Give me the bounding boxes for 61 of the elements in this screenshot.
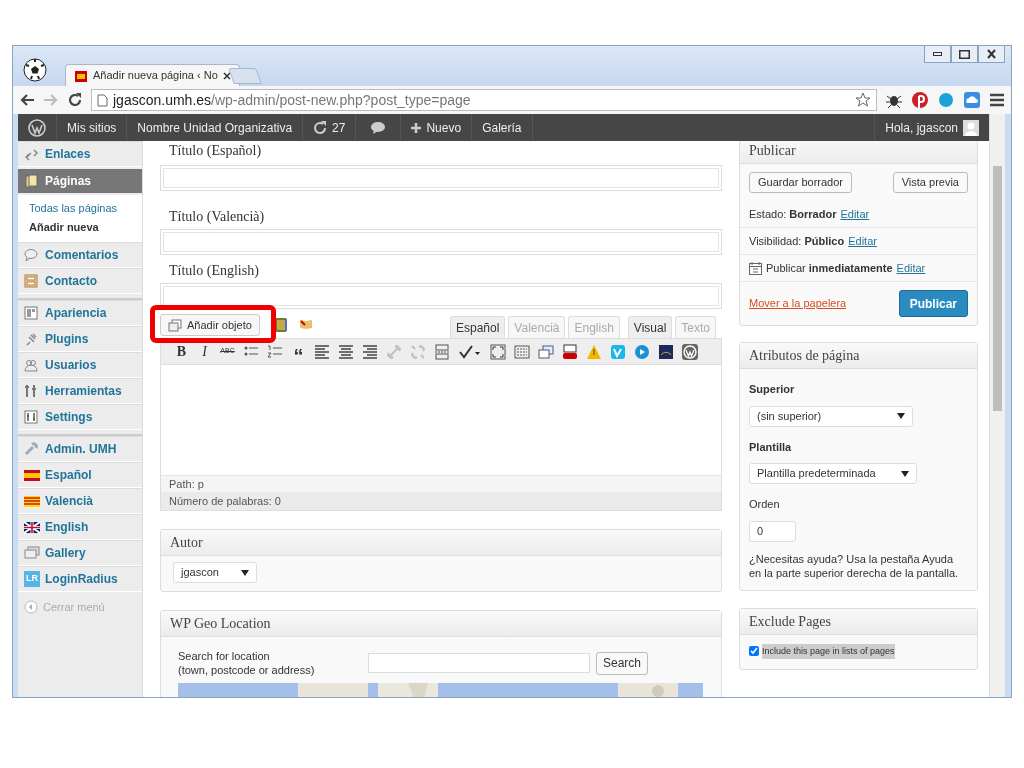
box-title: Autor (161, 530, 721, 556)
browser-tab[interactable]: Añadir nueva página ‹ No (65, 64, 240, 86)
trash-link[interactable]: Mover a la papelera (749, 295, 847, 312)
save-draft-button[interactable]: Guardar borrador (749, 172, 852, 193)
box-title: Exclude Pages (740, 608, 977, 635)
box-title: WP Geo Location (161, 611, 721, 637)
editor-mode-tab[interactable]: Visual (627, 316, 673, 338)
submenu-item[interactable]: Todas las páginas (29, 199, 142, 218)
sidebar-item[interactable]: Settings (18, 404, 142, 430)
url-path: /wp-admin/post-new.php?post_type=page (211, 90, 471, 110)
sidebar-item[interactable]: Contacto (18, 268, 142, 294)
sidebar-item[interactable]: English (18, 514, 142, 540)
parent-select[interactable]: (sin superior) (749, 405, 913, 427)
author-select[interactable]: jgascon (173, 562, 257, 583)
box-title: Atributos de página (740, 343, 977, 369)
edit-link[interactable]: Editar (840, 205, 870, 223)
publish-button[interactable]: Publicar (898, 290, 968, 317)
sidebar-item[interactable]: Comentarios (18, 242, 142, 268)
add-media-button[interactable]: Añadir objeto (160, 314, 260, 336)
sidebar-item[interactable]: Español (18, 462, 142, 488)
editor-path: Path: p (161, 475, 721, 492)
word-count: Número de palabras: 0 (161, 492, 721, 510)
checkbox-label: Include this page in lists of pages (762, 643, 895, 659)
status-text: Estado: Borrador (749, 206, 837, 222)
logo-icon: LR (24, 571, 40, 587)
help-text: ¿Necesitas ayuda? Usa la pestaña Ayuda en la parte superior derecha de la pantalla. (749, 551, 960, 580)
format-button[interactable]: B (171, 341, 192, 362)
sidebar-item[interactable]: LR LoginRadius (18, 566, 142, 592)
search-button[interactable]: Search (596, 651, 649, 675)
url-host: jgascon.umh.es (113, 90, 212, 110)
edit-link[interactable]: Editar (848, 232, 877, 250)
edit-link[interactable]: Editar (896, 259, 926, 277)
format-button[interactable]: I (194, 341, 215, 362)
sidebar-item[interactable]: Herramientas (18, 378, 142, 404)
language-tab[interactable]: Español (449, 316, 506, 338)
sidebar-item[interactable]: Plugins (18, 326, 142, 352)
preview-button[interactable]: Vista previa (892, 172, 968, 193)
sidebar-item[interactable]: Usuarios (18, 352, 142, 378)
admin-bar-link[interactable]: Mis sitios (57, 114, 128, 141)
order-field[interactable]: 0 (749, 520, 796, 542)
sidebar-item[interactable]: Gallery (18, 540, 142, 566)
sidebar-item[interactable]: Enlaces (18, 141, 142, 167)
field-label: Título (Español) (169, 142, 263, 160)
field-label: Título (Valencià) (169, 208, 266, 226)
template-select[interactable]: Plantilla predeterminada (749, 463, 917, 484)
field-label: Superior (749, 382, 796, 397)
tab-title: Añadir nueva página ‹ No (93, 68, 218, 84)
status-text: Visibilidad: Público (749, 233, 845, 249)
status-text: Publicar inmediatamente (766, 260, 893, 276)
box-title: Publicar (740, 141, 977, 164)
sidebar-item[interactable]: Apariencia (18, 300, 142, 326)
format-button[interactable]: “ (288, 341, 309, 362)
field-label: Título (English) (169, 262, 260, 280)
submenu-item[interactable]: Añadir nueva (29, 218, 142, 237)
search-label: Search for location (town, postcode or address) (178, 649, 316, 677)
address-bar[interactable]: jgascon.umh.es/wp-admin/post-new.php?post_type=page (91, 89, 877, 111)
sidebar-item[interactable]: Páginas (18, 169, 142, 193)
sidebar-item[interactable]: Admin. UMH (18, 436, 142, 462)
field-label: Orden (749, 497, 781, 512)
sidebar-item[interactable]: Valencià (18, 488, 142, 514)
field-label: Plantilla (749, 439, 793, 455)
